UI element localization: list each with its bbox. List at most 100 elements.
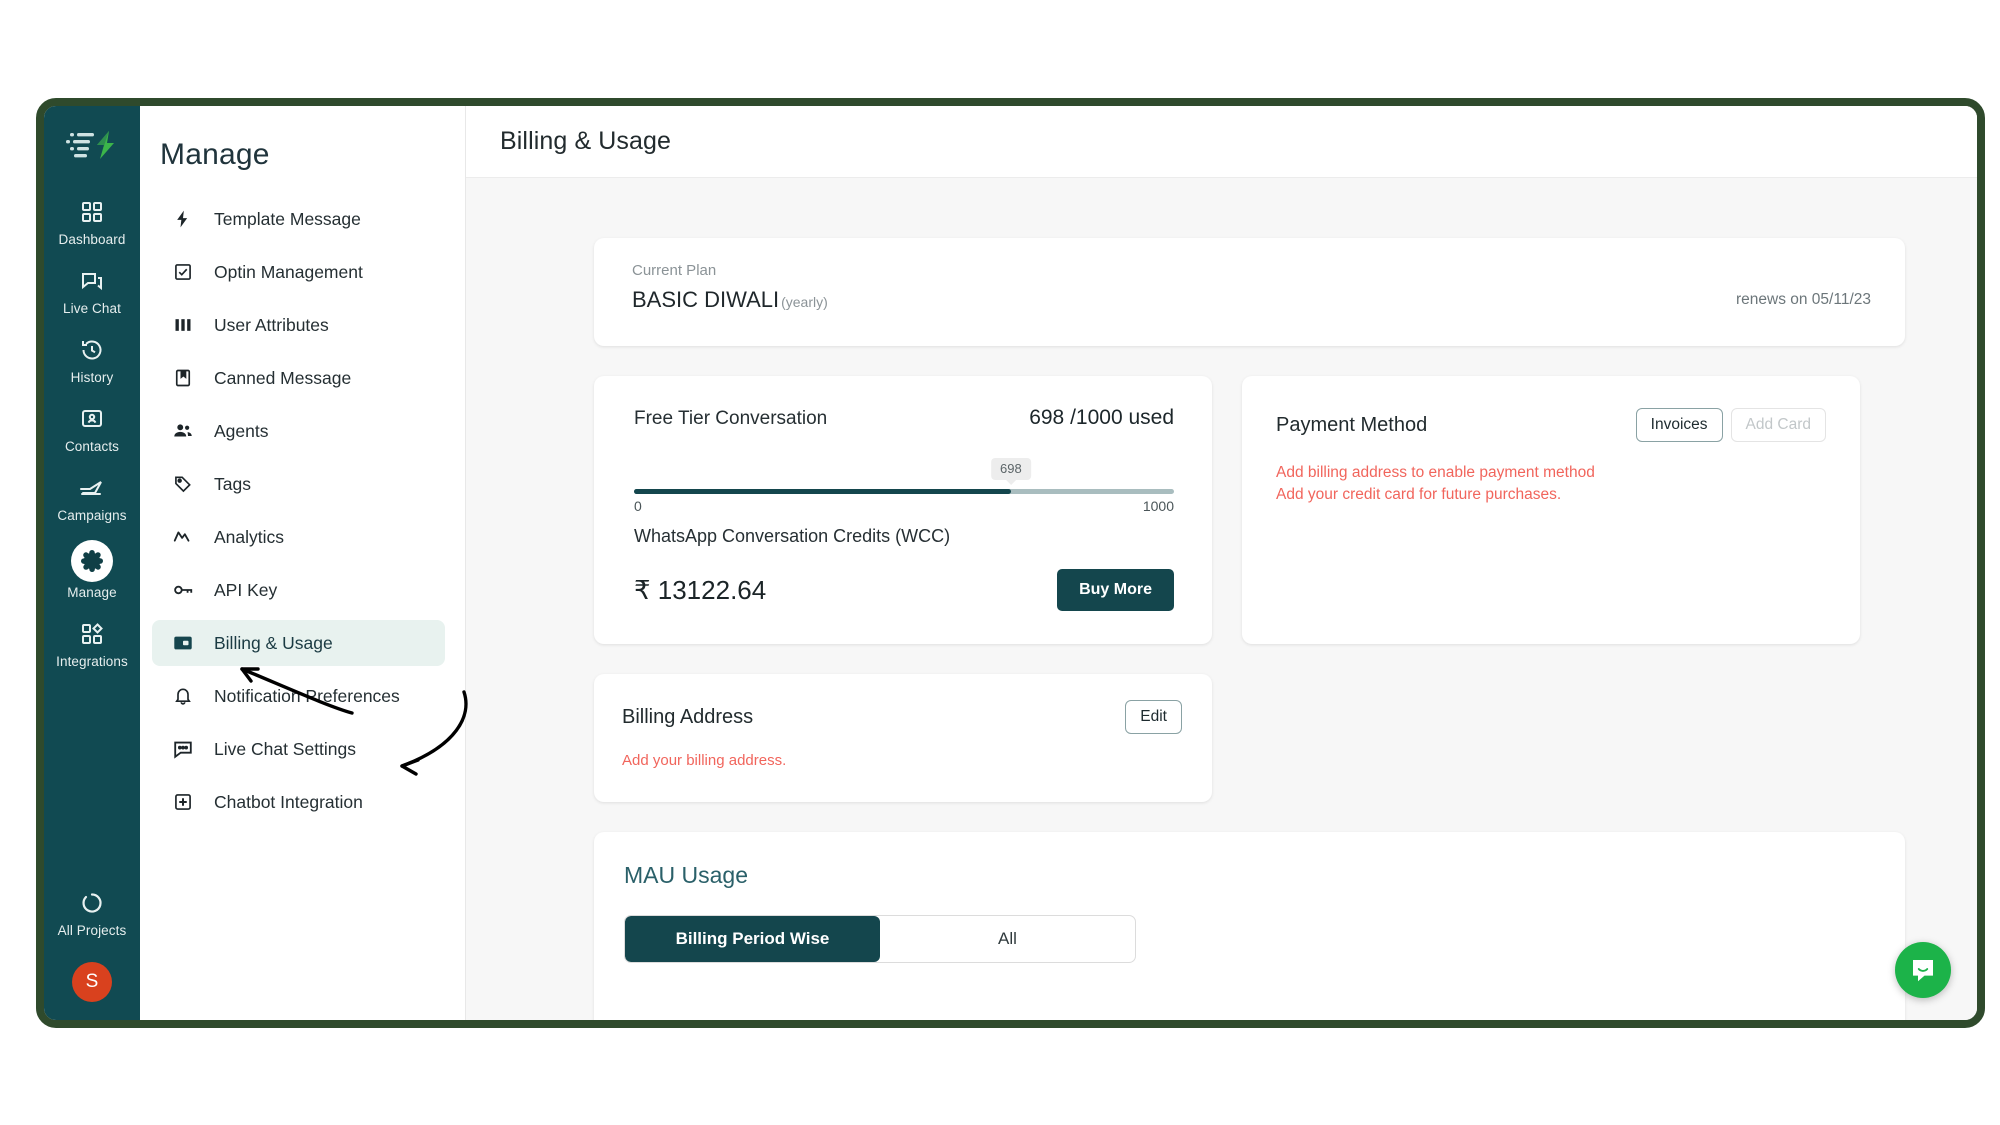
sidebar-item-label: Dashboard [58,232,126,247]
nav-item-template-message[interactable]: Template Message [152,196,445,242]
nav-item-chatbot-integration[interactable]: Chatbot Integration [152,779,445,825]
intercom-launcher[interactable] [1895,942,1951,998]
tag-icon [170,471,196,497]
payment-method-title: Payment Method [1276,413,1428,436]
plus-square-icon [170,789,196,815]
nav-item-agents[interactable]: Agents [152,408,445,454]
page-title: Manage [160,138,270,171]
plan-renewal-date: renews on 05/11/23 [1735,291,1871,308]
nav-item-tags[interactable]: Tags [152,461,445,507]
nav-item-live-chat-settings[interactable]: Live Chat Settings [152,726,445,772]
slider-min-label: 0 [634,498,642,514]
bookmark-icon [170,365,196,391]
avatar-initial: S [85,971,99,992]
nav-item-user-attributes[interactable]: User Attributes [152,302,445,348]
sidebar-item-campaigns[interactable]: Campaigns [44,462,140,531]
manage-nav-list: Template Message Optin Management User A… [140,196,465,825]
mau-usage-card: MAU Usage Billing Period Wise All [594,832,1905,1020]
content-scroll-area: Current Plan BASIC DIWALI (yearly) renews… [466,178,1977,1020]
grid-icon [75,195,109,229]
sidebar-item-label: Manage [67,585,117,600]
wallet-icon [170,630,196,656]
manage-nav-panel: Manage Template Message Optin Management [140,106,466,1020]
sidebar-item-label: Campaigns [57,508,127,523]
payment-warning-line-1: Add billing address to enable payment me… [1276,464,1595,481]
tab-all[interactable]: All [880,916,1135,962]
plan-name: BASIC DIWALI [632,287,780,312]
all-projects-label: All Projects [57,923,127,938]
nav-item-label: Chatbot Integration [214,791,363,812]
rail-bottom-section: All Projects S [44,877,140,1002]
wcc-row: ₹ 13122.64 Buy More [634,569,1174,611]
slider-value-bubble: 698 [991,458,1031,480]
sidebar-item-label: History [70,370,114,385]
bolt-icon [170,206,196,232]
free-tier-slider[interactable]: 698 0 1000 [634,458,1174,514]
payment-warning-line-2: Add your credit card for future purchase… [1276,486,1562,503]
edit-billing-address-button[interactable]: Edit [1125,700,1182,734]
nav-item-optin-management[interactable]: Optin Management [152,249,445,295]
sidebar-item-history[interactable]: History [44,324,140,393]
avatar[interactable]: S [72,962,112,1002]
billing-address-card: Billing Address Edit Add your billing ad… [594,674,1212,802]
current-plan-label: Current Plan [632,262,717,279]
nav-item-label: Analytics [214,526,285,547]
nav-item-api-key[interactable]: API Key [152,567,445,613]
tab-billing-period-wise[interactable]: Billing Period Wise [625,916,880,962]
payment-method-header: Payment Method Invoices Add Card [1276,408,1826,442]
messenger-icon [1913,960,1933,982]
columns-icon [170,312,196,338]
nav-item-analytics[interactable]: Analytics [152,514,445,560]
app-logo[interactable] [60,122,124,168]
current-plan-row: BASIC DIWALI (yearly) [632,287,1871,313]
topbar-title: Billing & Usage [500,127,672,155]
nav-item-label: Template Message [214,208,361,229]
sidebar-item-label: Integrations [56,654,128,669]
nav-item-label: Tags [214,473,251,494]
all-projects-button[interactable]: All Projects [44,877,140,946]
billing-address-warning: Add your billing address. [622,752,787,769]
nav-item-label: Billing & Usage [214,632,333,653]
sidebar-item-manage[interactable]: Manage [44,531,140,608]
nav-item-label: Notification Preferences [214,685,400,706]
slider-max-label: 1000 [1142,498,1174,514]
invoices-button[interactable]: Invoices [1635,408,1723,442]
free-tier-title: Free Tier Conversation [634,408,828,429]
main-area: Billing & Usage Current Plan BASIC DIWAL… [466,106,1977,1020]
key-icon [170,577,196,603]
rail-item-list: Dashboard Live Chat History Contacts Cam… [44,186,140,677]
send-icon [75,471,109,505]
free-tier-header: Free Tier Conversation 698 /1000 used [634,406,1174,430]
slider-fill [634,489,1011,494]
people-icon [170,418,196,444]
nav-item-billing-usage[interactable]: Billing & Usage [152,620,445,666]
chat-bubble-icon [170,736,196,762]
primary-nav-rail: Dashboard Live Chat History Contacts Cam… [44,106,140,1020]
app-window: Dashboard Live Chat History Contacts Cam… [36,98,1985,1028]
current-plan-card: Current Plan BASIC DIWALI (yearly) renews… [594,238,1905,346]
gear-icon [71,540,113,582]
nav-item-label: Live Chat Settings [214,738,357,759]
sidebar-item-contacts[interactable]: Contacts [44,393,140,462]
buy-more-button[interactable]: Buy More [1057,569,1174,611]
nav-item-canned-message[interactable]: Canned Message [152,355,445,401]
chat-icon [75,264,109,298]
slider-track [634,489,1174,494]
add-card-button[interactable]: Add Card [1730,408,1826,442]
sidebar-item-label: Live Chat [63,301,121,316]
bell-icon [170,683,196,709]
nav-item-notification-preferences[interactable]: Notification Preferences [152,673,445,719]
billing-address-title: Billing Address [622,705,754,728]
analytics-icon [170,524,196,550]
sidebar-item-live-chat[interactable]: Live Chat [44,255,140,324]
payment-method-card: Payment Method Invoices Add Card Add bil… [1242,376,1860,644]
nav-item-label: Agents [214,420,269,441]
sidebar-item-dashboard[interactable]: Dashboard [44,186,140,255]
payment-method-actions: Invoices Add Card [1635,408,1826,442]
free-tier-usage-count: 698 /1000 used [1029,406,1174,429]
payment-method-warning: Add billing address to enable payment me… [1276,462,1826,506]
nav-item-label: Optin Management [214,261,363,282]
checkbox-icon [170,259,196,285]
sidebar-item-integrations[interactable]: Integrations [44,608,140,677]
contacts-icon [75,402,109,436]
